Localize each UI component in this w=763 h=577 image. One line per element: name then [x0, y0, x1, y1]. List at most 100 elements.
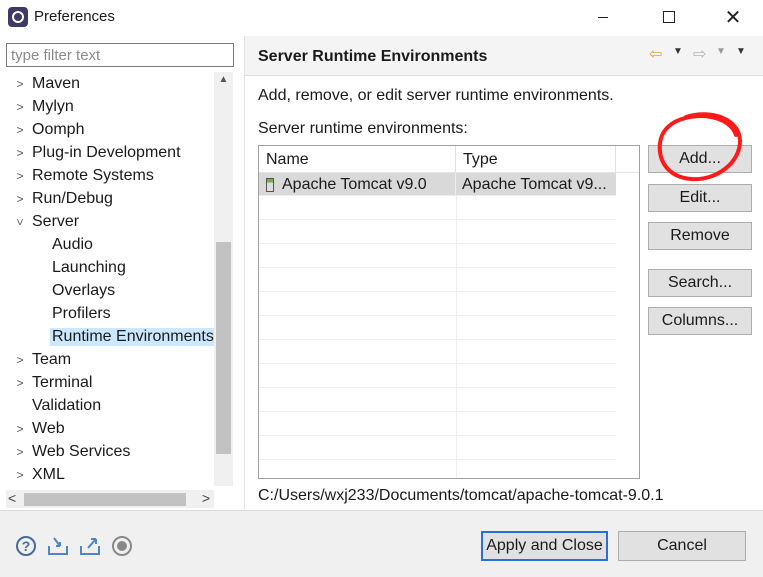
- preferences-tree: > Maven > Mylyn > Oomph > Plug-in Developmen…: [6, 72, 214, 486]
- tree-item-audio[interactable]: Audio: [6, 233, 214, 256]
- maximize-icon: [663, 11, 675, 23]
- chevron-right-icon[interactable]: >: [14, 422, 26, 436]
- table-cell-name: Apache Tomcat v9.0: [259, 173, 456, 196]
- apply-and-close-button[interactable]: Apply and Close: [481, 531, 608, 561]
- remove-button[interactable]: Remove: [648, 222, 752, 250]
- table-cell-type: Apache Tomcat v9...: [462, 176, 607, 193]
- tree-item-label: Run/Debug: [32, 189, 113, 207]
- tree-item-plugin-development[interactable]: > Plug-in Development: [6, 141, 214, 164]
- scroll-thumb[interactable]: [24, 493, 186, 506]
- add-button[interactable]: Add...: [648, 145, 752, 173]
- runtime-environments-table[interactable]: Name Type Apache Tomcat v9.0 Apache Tomc…: [258, 145, 640, 479]
- table-row-empty: [259, 221, 616, 244]
- chevron-right-icon[interactable]: >: [14, 123, 26, 137]
- pane-divider[interactable]: [244, 36, 245, 510]
- back-dropdown-icon[interactable]: ▼: [673, 46, 683, 57]
- tree-item-web[interactable]: > Web: [6, 417, 214, 440]
- tree-item-label: Oomph: [32, 120, 85, 138]
- scroll-left-icon[interactable]: <: [8, 490, 16, 506]
- chevron-right-icon[interactable]: >: [14, 376, 26, 390]
- window-title: Preferences: [34, 8, 115, 25]
- tree-horizontal-scrollbar[interactable]: < >: [6, 490, 214, 508]
- title-bar: Preferences ✕: [0, 0, 763, 36]
- close-button[interactable]: ✕: [710, 0, 756, 34]
- tree-item-label: Web: [32, 419, 65, 437]
- table-row-empty: [259, 437, 616, 460]
- minimize-button[interactable]: [580, 0, 626, 34]
- import-icon[interactable]: [46, 534, 70, 558]
- tree-item-oomph[interactable]: > Oomph: [6, 118, 214, 141]
- view-menu-icon[interactable]: ▼: [736, 46, 746, 57]
- table-row[interactable]: Apache Tomcat v9.0 Apache Tomcat v9...: [259, 173, 616, 196]
- tree-item-label: Plug-in Development: [32, 143, 181, 161]
- chevron-right-icon[interactable]: >: [14, 169, 26, 183]
- search-button[interactable]: Search...: [648, 269, 752, 297]
- scroll-right-icon[interactable]: >: [202, 490, 210, 506]
- maximize-button[interactable]: [646, 0, 692, 34]
- forward-dropdown-icon[interactable]: ▼: [716, 46, 726, 57]
- tree-item-launching[interactable]: Launching: [6, 256, 214, 279]
- tree-item-label: Team: [32, 350, 72, 368]
- column-header-filler: [616, 146, 639, 173]
- server-runtime-icon: [266, 177, 274, 192]
- tree-item-terminal[interactable]: > Terminal: [6, 371, 214, 394]
- columns-button[interactable]: Columns...: [648, 307, 752, 335]
- back-arrow-icon[interactable]: ⇦: [649, 44, 662, 64]
- eclipse-app-icon: [8, 7, 28, 27]
- column-header-name[interactable]: Name: [259, 146, 456, 173]
- cancel-button[interactable]: Cancel: [618, 531, 746, 561]
- tree-item-label: Launching: [52, 258, 126, 276]
- tree-item-validation[interactable]: Validation: [6, 394, 214, 417]
- table-row-empty: [259, 365, 616, 388]
- table-row-empty: [259, 413, 616, 436]
- tree-item-label: Profilers: [52, 304, 111, 322]
- tree-item-label: Remote Systems: [32, 166, 154, 184]
- chevron-right-icon[interactable]: >: [14, 445, 26, 459]
- close-icon: ✕: [724, 5, 742, 29]
- column-header-type[interactable]: Type: [456, 146, 616, 173]
- tree-item-label: Web Services: [32, 442, 131, 460]
- table-label: Server runtime environments:: [258, 120, 468, 137]
- tree-item-label: Audio: [52, 235, 93, 253]
- tree-item-web-services[interactable]: > Web Services: [6, 440, 214, 463]
- chevron-down-icon[interactable]: >: [13, 216, 27, 228]
- table-row-empty: [259, 197, 616, 220]
- tree-item-mylyn[interactable]: > Mylyn: [6, 95, 214, 118]
- edit-button[interactable]: Edit...: [648, 184, 752, 212]
- forward-arrow-icon[interactable]: ⇨: [693, 44, 706, 64]
- minimize-icon: [598, 16, 608, 18]
- page-header: Server Runtime Environments ⇦ ▼ ⇨ ▼ ▼: [245, 36, 763, 76]
- export-icon[interactable]: [78, 534, 102, 558]
- chevron-right-icon[interactable]: >: [14, 353, 26, 367]
- scroll-thumb[interactable]: [216, 242, 231, 454]
- chevron-right-icon[interactable]: >: [14, 146, 26, 160]
- chevron-right-icon[interactable]: >: [14, 77, 26, 91]
- tree-item-label: Mylyn: [32, 97, 74, 115]
- tree-item-overlays[interactable]: Overlays: [6, 279, 214, 302]
- runtime-path: C:/Users/wxj233/Documents/tomcat/apache-…: [258, 487, 664, 504]
- tree-item-server[interactable]: > Server: [6, 210, 214, 233]
- tree-item-run-debug[interactable]: > Run/Debug: [6, 187, 214, 210]
- tree-vertical-scrollbar[interactable]: ▲: [214, 72, 233, 486]
- tree-item-label: Runtime Environments: [50, 327, 214, 346]
- table-row-empty: [259, 341, 616, 364]
- tree-item-profilers[interactable]: Profilers: [6, 302, 214, 325]
- table-row-empty: [259, 389, 616, 412]
- table-row-empty: [259, 245, 616, 268]
- scroll-up-icon[interactable]: ▲: [214, 74, 233, 88]
- tree-item-team[interactable]: > Team: [6, 348, 214, 371]
- tree-item-runtime-environments[interactable]: Runtime Environments: [6, 325, 214, 348]
- chevron-right-icon[interactable]: >: [14, 100, 26, 114]
- tree-item-remote-systems[interactable]: > Remote Systems: [6, 164, 214, 187]
- page-description: Add, remove, or edit server runtime envi…: [258, 87, 614, 104]
- chevron-right-icon[interactable]: >: [14, 468, 26, 482]
- tree-item-label: XML: [32, 465, 65, 483]
- table-row-empty: [259, 317, 616, 340]
- filter-input[interactable]: [6, 43, 234, 67]
- record-icon[interactable]: [110, 534, 134, 558]
- chevron-right-icon[interactable]: >: [14, 192, 26, 206]
- tree-item-xml[interactable]: > XML: [6, 463, 214, 486]
- tree-item-maven[interactable]: > Maven: [6, 72, 214, 95]
- help-icon[interactable]: ?: [14, 534, 38, 558]
- tree-item-label: Maven: [32, 74, 81, 92]
